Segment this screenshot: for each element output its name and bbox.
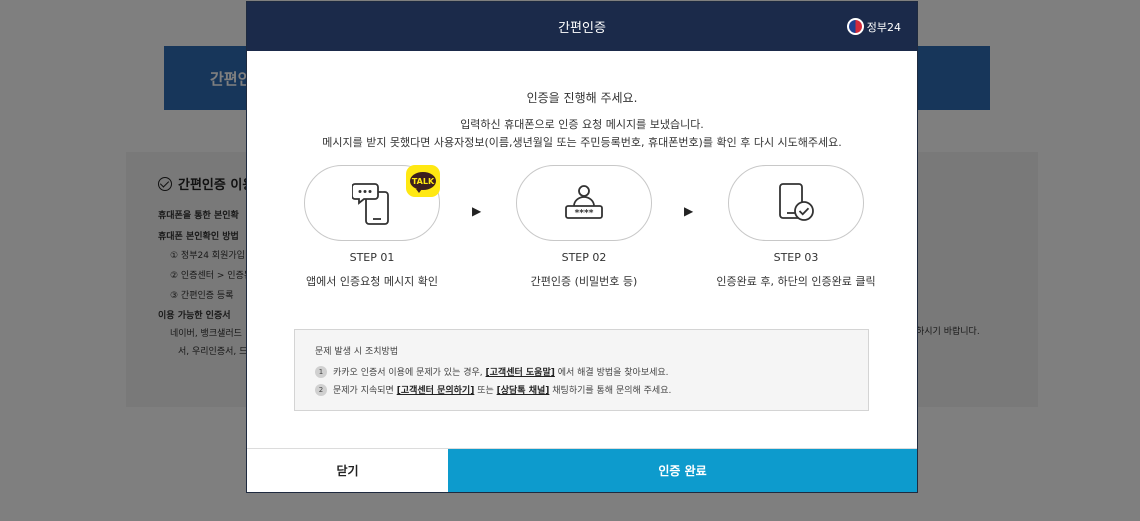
- phone-message-icon: [352, 183, 389, 225]
- phone-check-icon: [779, 183, 814, 221]
- step-3-description: 인증완료 후, 하단의 인증완료 클릭: [716, 275, 876, 288]
- intro-heading: 인증을 진행해 주세요.: [526, 91, 638, 105]
- step-3-label: STEP 03: [773, 251, 819, 264]
- user-password-icon: ****: [565, 185, 603, 219]
- step-1-label: STEP 01: [349, 251, 395, 264]
- auth-modal: 간편인증 정부24 인증을 진행해 주세요. 입력하신 휴대폰으로 인증 요청 …: [246, 1, 918, 493]
- kakao-talk-label: TALK: [410, 172, 436, 193]
- svg-text:****: ****: [575, 209, 594, 219]
- number-badge: 2: [315, 383, 327, 396]
- modal-body: 인증을 진행해 주세요. 입력하신 휴대폰으로 인증 요청 메시지를 보냈습니다…: [247, 51, 917, 449]
- step-3-card: [728, 165, 864, 241]
- auth-complete-button[interactable]: 인증 완료: [448, 449, 917, 492]
- troubleshooting-item: 2 문제가 지속되면 [고객센터 문의하기] 또는 [상담톡 채널] 채팅하기를…: [315, 383, 671, 396]
- modal-footer: 닫기 인증 완료: [247, 448, 917, 492]
- help-center-link[interactable]: [고객센터 도움말]: [486, 365, 555, 378]
- kakao-talk-icon: TALK: [406, 165, 440, 197]
- troubleshooting-text: 카카오 인증서 이용에 문제가 있는 경우,: [333, 368, 483, 378]
- gov24-logo: 정부24: [846, 18, 901, 35]
- troubleshooting-text: 문제가 지속되면: [333, 386, 394, 396]
- troubleshooting-text: 에서 해결 방법을 찾아보세요.: [557, 368, 669, 378]
- intro-text: 메시지를 받지 못했다면 사용자정보(이름,생년월일 또는 주민등록번호, 휴대…: [322, 136, 842, 149]
- troubleshooting-box: 문제 발생 시 조치방법 1 카카오 인증서 이용에 문제가 있는 경우, [고…: [294, 329, 869, 411]
- gov24-logo-text: 정부24: [866, 20, 901, 34]
- step-2-label: STEP 02: [561, 251, 607, 264]
- step-1-card: TALK: [304, 165, 440, 241]
- chat-channel-link[interactable]: [상담톡 채널]: [497, 383, 550, 396]
- step-arrow-icon: ▶: [684, 204, 694, 218]
- troubleshooting-item: 1 카카오 인증서 이용에 문제가 있는 경우, [고객센터 도움말] 에서 해…: [315, 365, 669, 378]
- troubleshooting-text: 채팅하기를 통해 문의해 주세요.: [552, 386, 672, 396]
- customer-inquiry-link[interactable]: [고객센터 문의하기]: [397, 383, 475, 396]
- troubleshooting-title: 문제 발생 시 조치방법: [315, 347, 399, 357]
- modal-header: 간편인증 정부24: [247, 2, 917, 51]
- modal-title: 간편인증: [558, 21, 606, 36]
- close-button[interactable]: 닫기: [247, 449, 448, 492]
- taegeuk-emblem-icon: [846, 18, 864, 35]
- step-2-card: ****: [516, 165, 652, 241]
- number-badge: 1: [315, 365, 327, 378]
- intro-text: 입력하신 휴대폰으로 인증 요청 메시지를 보냈습니다.: [460, 118, 704, 131]
- step-arrow-icon: ▶: [472, 204, 482, 218]
- step-1-description: 앱에서 인증요청 메시지 확인: [306, 275, 438, 288]
- step-2-description: 간편인증 (비밀번호 등): [530, 275, 638, 288]
- troubleshooting-text: 또는: [477, 386, 494, 396]
